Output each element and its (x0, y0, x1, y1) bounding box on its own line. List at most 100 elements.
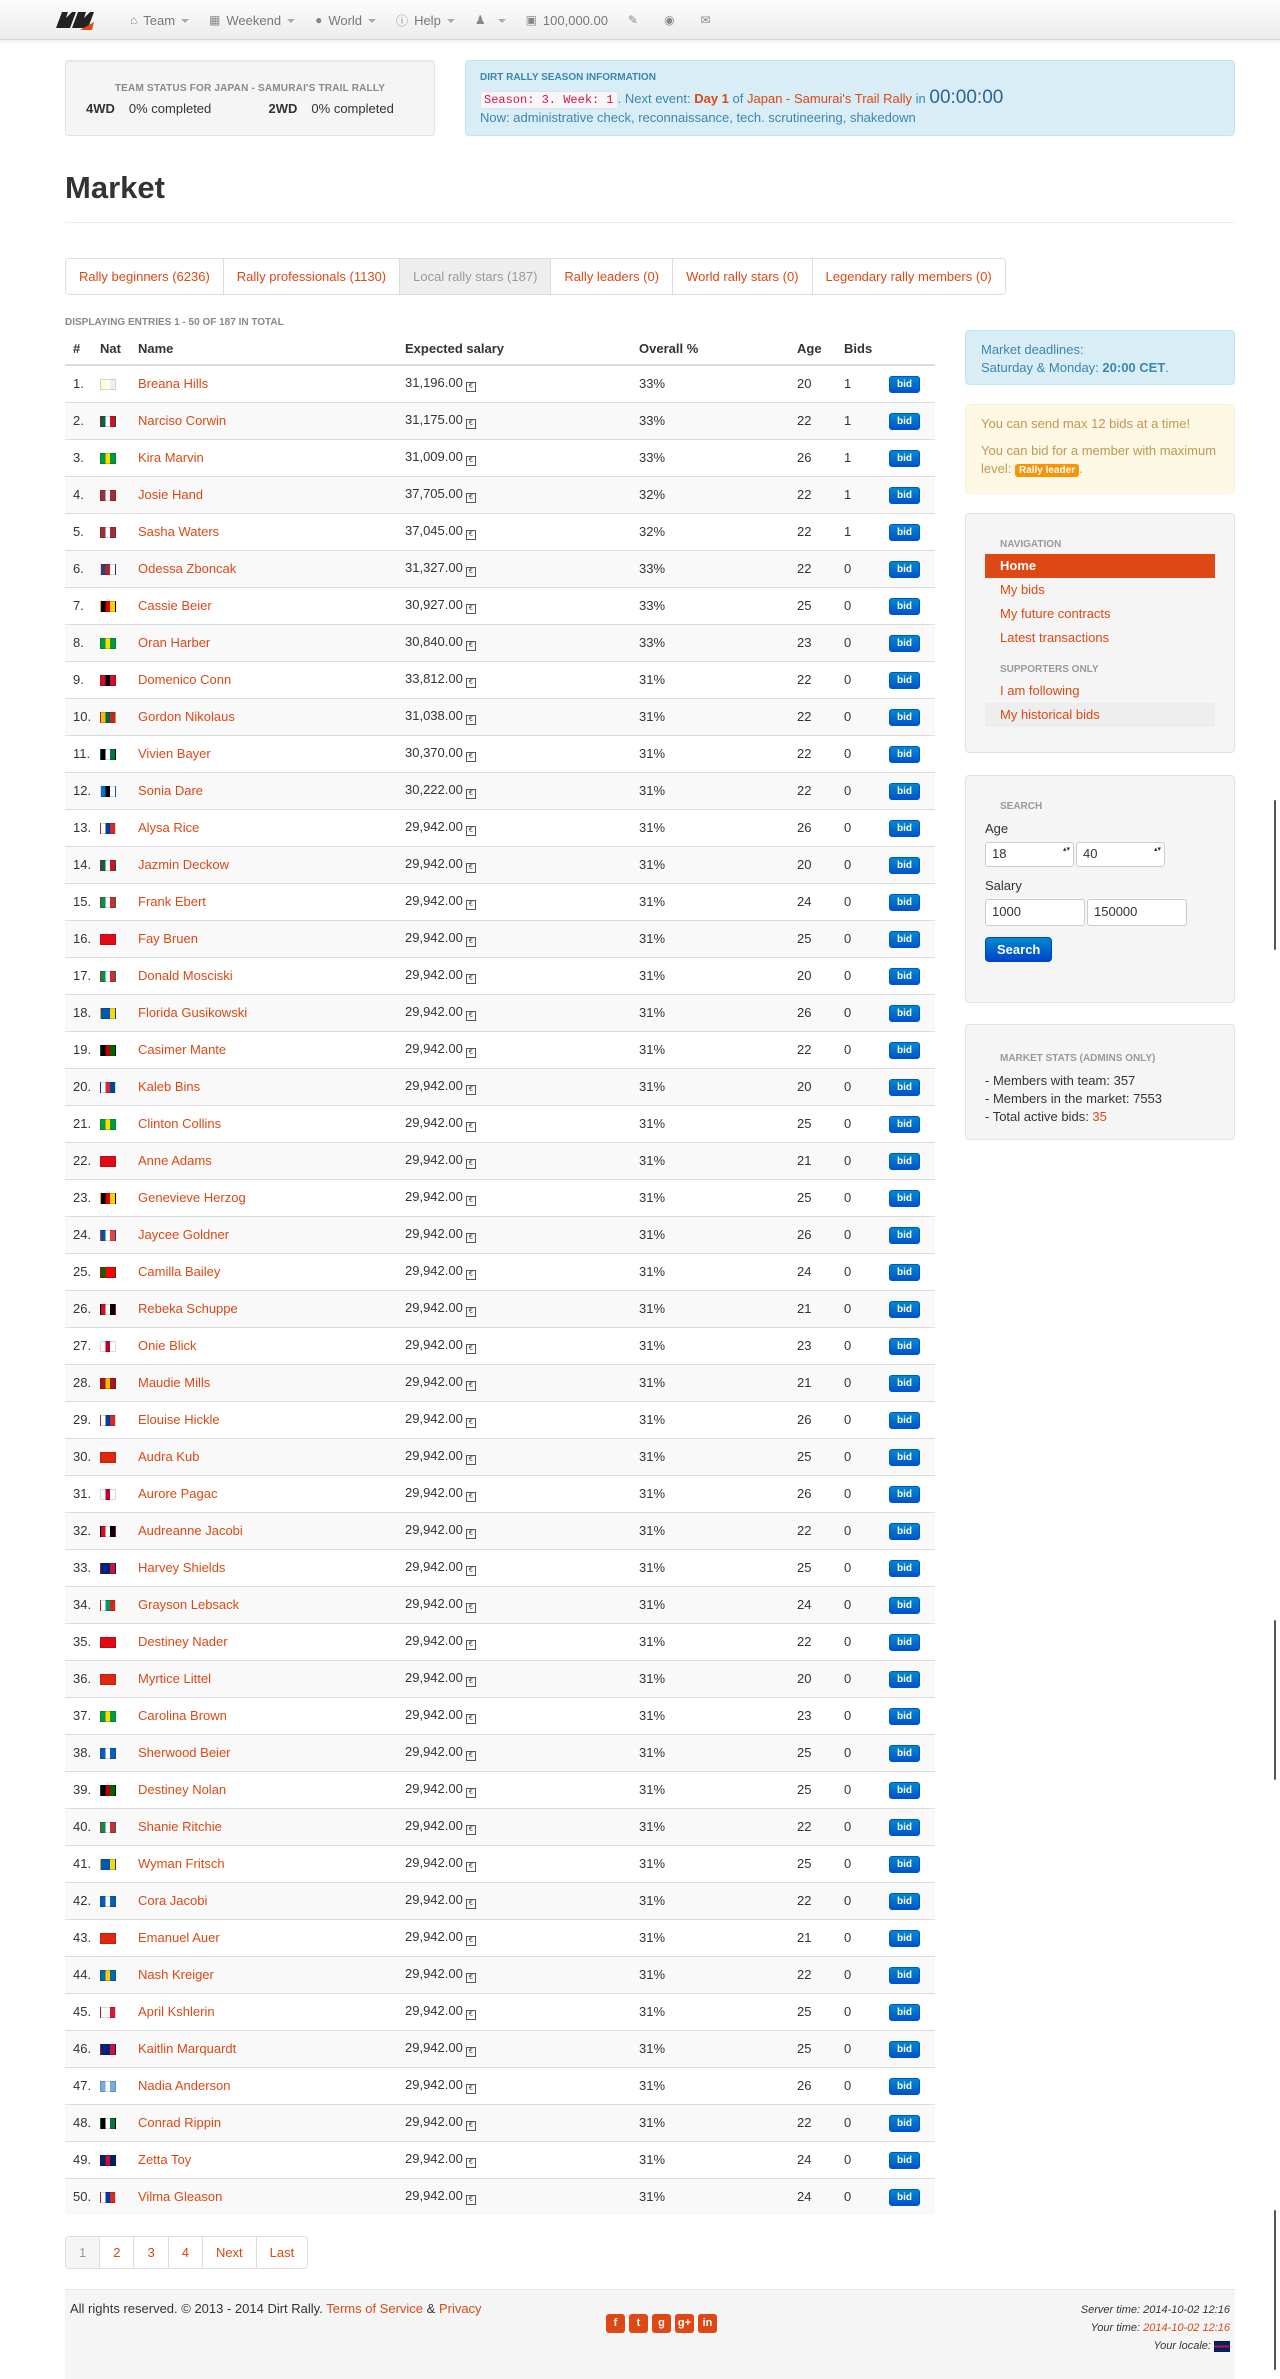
bid-button[interactable]: bid (889, 745, 920, 763)
sidebar-item-home[interactable]: Home (985, 554, 1215, 578)
member-name-link[interactable]: Frank Ebert (138, 894, 206, 909)
member-name-link[interactable]: Zetta Toy (138, 2152, 191, 2167)
member-name-link[interactable]: Alysa Rice (138, 820, 199, 835)
your-time-link[interactable]: 2014-10-02 12:16 (1143, 2322, 1230, 2334)
edit-button[interactable]: ✎ (618, 0, 654, 40)
bid-button[interactable]: bid (889, 1670, 920, 1688)
bid-button[interactable]: bid (889, 671, 920, 689)
page-3-link[interactable]: 3 (134, 2237, 169, 2268)
nav-menu-100-000-00[interactable]: ▣ 100,000.00 (516, 0, 618, 40)
member-name-link[interactable]: Gordon Nikolaus (138, 709, 235, 724)
bid-button[interactable]: bid (889, 708, 920, 726)
member-name-link[interactable]: Maudie Mills (138, 1375, 210, 1390)
nav-menu-help[interactable]: ⓘ Help (386, 0, 465, 40)
bid-button[interactable]: bid (889, 1115, 920, 1133)
member-name-link[interactable]: Odessa Zboncak (138, 561, 236, 576)
member-name-link[interactable]: Camilla Bailey (138, 1264, 220, 1279)
member-name-link[interactable]: Elouise Hickle (138, 1412, 220, 1427)
tab-world-rally-stars[interactable]: World rally stars (0) (673, 259, 813, 294)
github-icon[interactable]: g (652, 2314, 671, 2333)
bid-button[interactable]: bid (889, 1226, 920, 1244)
bid-button[interactable]: bid (889, 967, 920, 985)
bid-button[interactable]: bid (889, 893, 920, 911)
member-name-link[interactable]: Oran Harber (138, 635, 210, 650)
member-name-link[interactable]: Onie Blick (138, 1338, 197, 1353)
bid-button[interactable]: bid (889, 1078, 920, 1096)
bid-button[interactable]: bid (889, 449, 920, 467)
bid-button[interactable]: bid (889, 523, 920, 541)
bid-button[interactable]: bid (889, 856, 920, 874)
member-name-link[interactable]: Cora Jacobi (138, 1893, 207, 1908)
world-button[interactable]: ◉ (654, 0, 690, 40)
bid-button[interactable]: bid (889, 2114, 920, 2132)
member-name-link[interactable]: Vivien Bayer (138, 746, 211, 761)
uk-flag-icon[interactable] (1214, 2340, 1230, 2352)
page-4-link[interactable]: 4 (169, 2237, 203, 2268)
bid-button[interactable]: bid (889, 1374, 920, 1392)
google-plus-icon[interactable]: g+ (675, 2314, 694, 2333)
salary-min-input[interactable]: 1000 (985, 899, 1085, 926)
bid-button[interactable]: bid (889, 1485, 920, 1503)
bid-button[interactable]: bid (889, 1337, 920, 1355)
bid-button[interactable]: bid (889, 1300, 920, 1318)
nav-menu-user[interactable]: ♟ (465, 0, 516, 40)
member-name-link[interactable]: Kira Marvin (138, 450, 204, 465)
bid-button[interactable]: bid (889, 2003, 920, 2021)
bid-button[interactable]: bid (889, 597, 920, 615)
member-name-link[interactable]: Donald Mosciski (138, 968, 233, 983)
member-name-link[interactable]: Sasha Waters (138, 524, 219, 539)
member-name-link[interactable]: Sherwood Beier (138, 1745, 231, 1760)
linkedin-icon[interactable]: in (698, 2314, 717, 2333)
next-event-day-link[interactable]: Day 1 (694, 91, 729, 106)
bid-button[interactable]: bid (889, 2077, 920, 2095)
member-name-link[interactable]: Conrad Rippin (138, 2115, 221, 2130)
nav-menu-team[interactable]: ⌂ Team (120, 0, 199, 40)
bid-button[interactable]: bid (889, 1633, 920, 1651)
member-name-link[interactable]: Audreanne Jacobi (138, 1523, 243, 1538)
bid-button[interactable]: bid (889, 634, 920, 652)
bid-button[interactable]: bid (889, 1411, 920, 1429)
member-name-link[interactable]: Kaleb Bins (138, 1079, 200, 1094)
member-name-link[interactable]: Carolina Brown (138, 1708, 227, 1723)
bid-button[interactable]: bid (889, 1448, 920, 1466)
bid-button[interactable]: bid (889, 1004, 920, 1022)
member-name-link[interactable]: Narciso Corwin (138, 413, 226, 428)
bid-button[interactable]: bid (889, 1189, 920, 1207)
bid-button[interactable]: bid (889, 819, 920, 837)
page-last-link[interactable]: Last (257, 2237, 308, 2268)
bid-button[interactable]: bid (889, 1818, 920, 1836)
bid-button[interactable]: bid (889, 1855, 920, 1873)
member-name-link[interactable]: Nash Kreiger (138, 1967, 214, 1982)
member-name-link[interactable]: Clinton Collins (138, 1116, 221, 1131)
twitter-icon[interactable]: t (629, 2314, 648, 2333)
member-name-link[interactable]: Destiney Nader (138, 1634, 228, 1649)
member-name-link[interactable]: Grayson Lebsack (138, 1597, 239, 1612)
member-name-link[interactable]: Emanuel Auer (138, 1930, 220, 1945)
bid-button[interactable]: bid (889, 1263, 920, 1281)
member-name-link[interactable]: Casimer Mante (138, 1042, 226, 1057)
tab-rally-beginners[interactable]: Rally beginners (6236) (66, 259, 224, 294)
member-name-link[interactable]: Sonia Dare (138, 783, 203, 798)
bid-button[interactable]: bid (889, 1559, 920, 1577)
member-name-link[interactable]: Breana Hills (138, 376, 208, 391)
age-max-select[interactable]: 40 (1076, 842, 1165, 867)
bid-button[interactable]: bid (889, 560, 920, 578)
bid-button[interactable]: bid (889, 1892, 920, 1910)
bid-button[interactable]: bid (889, 1152, 920, 1170)
bid-button[interactable]: bid (889, 1596, 920, 1614)
member-name-link[interactable]: Domenico Conn (138, 672, 231, 687)
member-name-link[interactable]: Nadia Anderson (138, 2078, 231, 2093)
bid-button[interactable]: bid (889, 412, 920, 430)
bid-button[interactable]: bid (889, 1781, 920, 1799)
bid-button[interactable]: bid (889, 1707, 920, 1725)
tab-rally-professionals[interactable]: Rally professionals (1130) (223, 259, 401, 294)
privacy-link[interactable]: Privacy (439, 2301, 482, 2316)
member-name-link[interactable]: Destiney Nolan (138, 1782, 226, 1797)
sidebar-item-my-future-contracts[interactable]: My future contracts (985, 602, 1215, 626)
bid-button[interactable]: bid (889, 375, 920, 393)
member-name-link[interactable]: Harvey Shields (138, 1560, 225, 1575)
envelope-button[interactable]: ✉ (691, 0, 727, 40)
member-name-link[interactable]: Audra Kub (138, 1449, 199, 1464)
tab-legendary-rally-members[interactable]: Legendary rally members (0) (812, 259, 1005, 294)
page-next-link[interactable]: Next (203, 2237, 257, 2268)
